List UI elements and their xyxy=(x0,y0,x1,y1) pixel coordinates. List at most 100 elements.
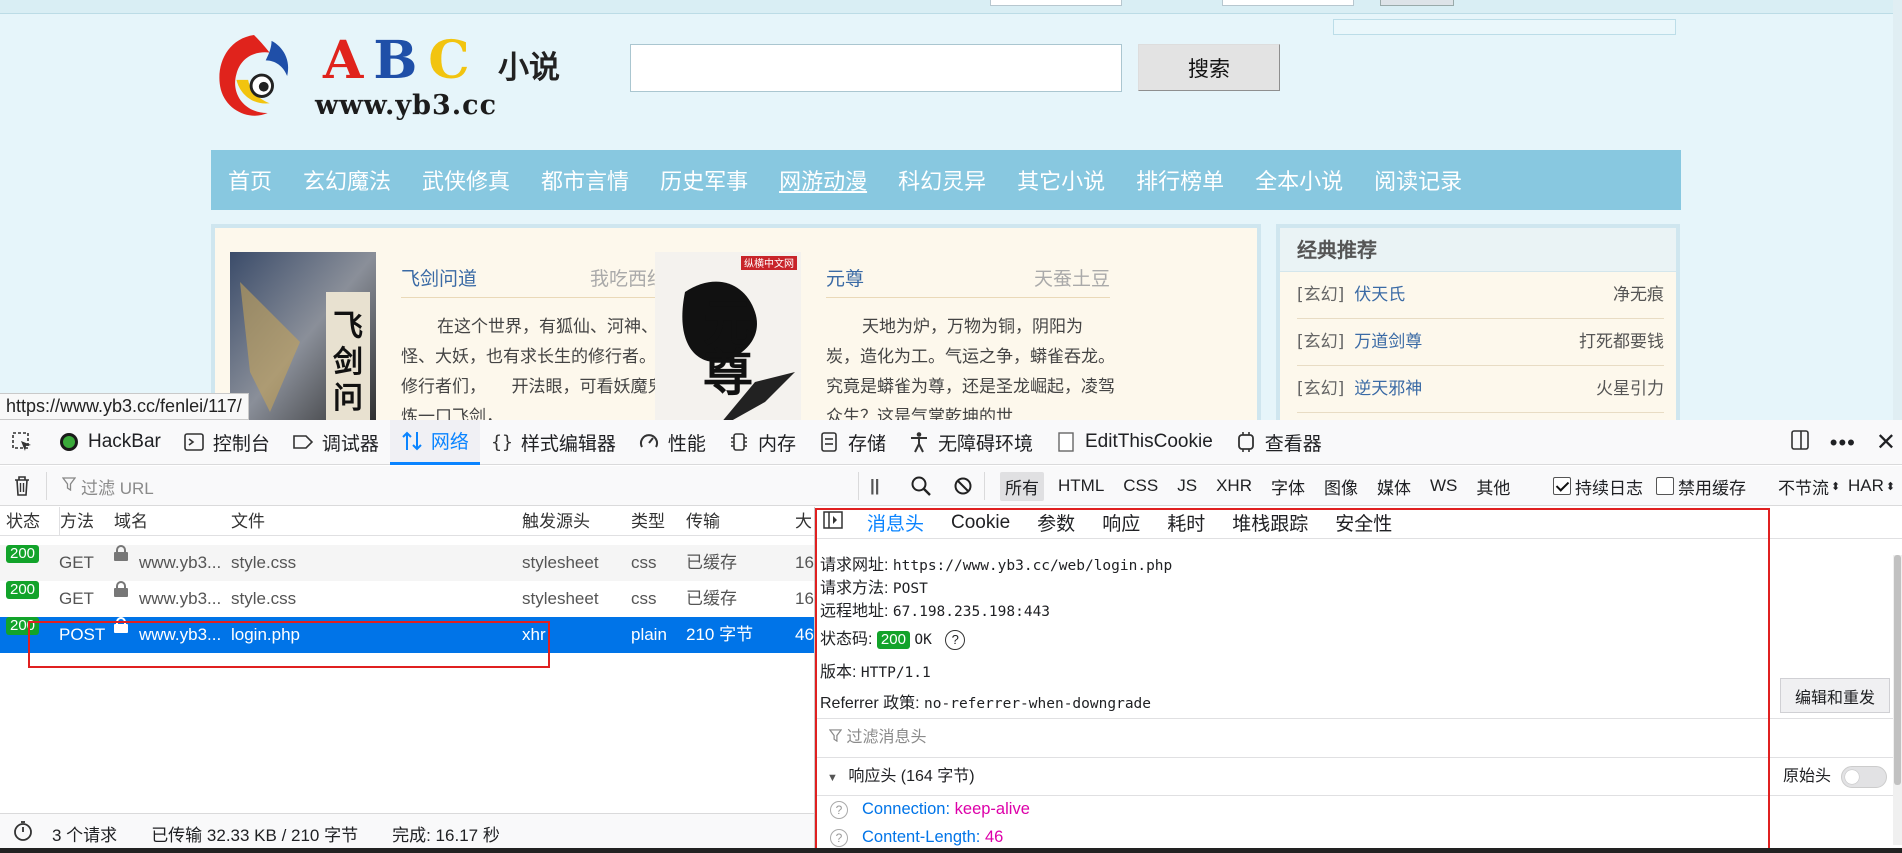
nav-item[interactable]: 排行榜单 xyxy=(1136,164,1224,196)
element-picker-button[interactable] xyxy=(0,420,47,465)
more-options-icon[interactable]: ••• xyxy=(1830,430,1856,456)
devtools-tab-network[interactable]: 网络 xyxy=(389,419,480,465)
type-filter-button[interactable]: 图像 xyxy=(1319,472,1363,501)
devtools-tab-hackbar[interactable]: HackBar xyxy=(47,420,172,465)
pause-button[interactable]: || xyxy=(870,466,880,506)
tab-stack-trace[interactable]: 堆栈跟踪 xyxy=(1232,509,1308,536)
recommend-item[interactable]: [玄幻] 逆天邪神 火星引力 xyxy=(1297,366,1664,413)
nav-item[interactable]: 首页 xyxy=(228,164,272,196)
site-search-input[interactable] xyxy=(630,44,1122,92)
raw-headers-switch[interactable] xyxy=(1841,766,1887,788)
recommend-author[interactable]: 净无痕 xyxy=(1613,272,1664,319)
nav-item[interactable]: 武侠修真 xyxy=(422,164,510,196)
header-row[interactable]: ? Content-Length: 46 xyxy=(830,828,1003,847)
tab-response[interactable]: 响应 xyxy=(1102,509,1140,536)
type-filter-button[interactable]: HTML xyxy=(1053,474,1109,498)
edit-and-resend-button[interactable]: 编辑和重发 xyxy=(1780,678,1890,713)
col-cause[interactable]: 触发源头 xyxy=(522,507,590,536)
nav-item[interactable]: 其它小说 xyxy=(1017,164,1105,196)
recommend-item[interactable]: [玄幻] 伏天氏 净无痕 xyxy=(1297,272,1664,319)
devtools-tab-storage[interactable]: 存储 xyxy=(807,420,897,465)
disable-cache-checkbox[interactable] xyxy=(1656,477,1674,495)
site-logo[interactable]: ABC 小说 www.yb3.cc xyxy=(215,26,565,126)
tab-params[interactable]: 参数 xyxy=(1037,509,1075,536)
type-filter-button[interactable]: 所有 xyxy=(1000,471,1044,501)
close-devtools-icon[interactable]: ✕ xyxy=(1876,428,1896,457)
tab-security[interactable]: 安全性 xyxy=(1335,509,1392,536)
dock-side-icon[interactable] xyxy=(1790,429,1810,456)
devtools-tab-console[interactable]: 控制台 xyxy=(172,420,281,465)
recommend-book-link[interactable]: 万道剑尊 xyxy=(1354,332,1422,352)
disable-cache-toggle[interactable]: 禁用缓存 xyxy=(1656,466,1746,506)
book-cover-image[interactable]: 飞 剑 问 xyxy=(230,252,376,420)
devtools-tab-memory[interactable]: 内存 xyxy=(717,420,807,465)
type-filter-button[interactable]: JS xyxy=(1172,474,1202,498)
type-filter-button[interactable]: CSS xyxy=(1118,474,1163,498)
login-button[interactable] xyxy=(1380,0,1454,6)
tab-timings[interactable]: 耗时 xyxy=(1167,509,1205,536)
search-button[interactable] xyxy=(910,466,932,506)
col-transfer[interactable]: 传输 xyxy=(686,507,720,536)
devtools-tab-inspector[interactable]: 查看器 xyxy=(1224,420,1333,465)
persist-log-checkbox[interactable] xyxy=(1553,477,1571,495)
nav-item[interactable]: 都市言情 xyxy=(541,164,629,196)
toggle-sidebar-icon[interactable] xyxy=(823,510,843,535)
recommend-author[interactable]: 打死都要钱 xyxy=(1579,319,1664,366)
request-row[interactable]: 200 GET www.yb3... style.css stylesheet … xyxy=(0,581,815,617)
nav-item[interactable]: 历史军事 xyxy=(660,164,748,196)
col-method[interactable]: 方法 xyxy=(59,507,94,536)
response-headers-section[interactable]: ▼ 响应头 (164 字节) 原始头 xyxy=(815,758,1902,796)
tab-cookie[interactable]: Cookie xyxy=(951,512,1010,534)
header-row[interactable]: ? Connection: keep-alive xyxy=(830,800,1030,819)
filter-headers-input[interactable]: 过滤消息头 xyxy=(815,718,1902,758)
recommend-author[interactable]: 火星引力 xyxy=(1596,366,1664,413)
nav-item[interactable]: 网游动漫 xyxy=(779,164,867,196)
type-filter-button[interactable]: 其他 xyxy=(1471,472,1515,501)
help-icon[interactable]: ? xyxy=(830,828,848,847)
pane-splitter[interactable] xyxy=(814,507,815,853)
devtools-tab-accessibility[interactable]: 无障碍环境 xyxy=(897,420,1044,465)
site-search-button[interactable]: 搜索 xyxy=(1138,44,1280,91)
request-row-selected[interactable]: 200 POST www.yb3... login.php xhr plain … xyxy=(0,617,815,653)
recommend-book-link[interactable]: 逆天邪神 xyxy=(1354,379,1422,399)
login-username-input[interactable] xyxy=(990,0,1122,6)
col-domain[interactable]: 域名 xyxy=(114,507,148,536)
book-author[interactable]: 天蚕土豆 xyxy=(1034,264,1110,291)
devtools-tab-performance[interactable]: 性能 xyxy=(627,420,717,465)
request-row[interactable]: 200 GET www.yb3... style.css stylesheet … xyxy=(0,545,815,581)
nav-item[interactable]: 玄幻魔法 xyxy=(303,164,391,196)
tab-headers[interactable]: 消息头 xyxy=(867,509,924,536)
help-icon[interactable]: ? xyxy=(830,800,848,819)
help-icon[interactable]: ? xyxy=(945,629,966,650)
raw-headers-toggle[interactable]: 原始头 xyxy=(1783,758,1887,796)
type-filter-button[interactable]: WS xyxy=(1425,474,1462,498)
nav-item[interactable]: 阅读记录 xyxy=(1374,164,1462,196)
book-title[interactable]: 元尊 xyxy=(826,264,864,291)
details-scrollbar[interactable] xyxy=(1893,555,1902,845)
col-status[interactable]: 状态 xyxy=(6,507,40,536)
type-filter-button[interactable]: 字体 xyxy=(1266,472,1310,501)
col-type[interactable]: 类型 xyxy=(631,507,665,536)
persist-log-toggle[interactable]: 持续日志 xyxy=(1553,466,1643,506)
har-menu[interactable]: HAR ⬍ xyxy=(1848,466,1895,506)
recommend-item[interactable]: [玄幻] 万道剑尊 打死都要钱 xyxy=(1297,319,1664,366)
block-requests-button[interactable] xyxy=(953,466,973,506)
clear-requests-button[interactable] xyxy=(12,466,32,506)
book-card[interactable]: 纵横中文网 元 尊 元尊 天蚕土豆 天地为炉，万物为铜，阴阳为炭，造化为工。气运… xyxy=(640,248,1140,420)
login-password-input[interactable] xyxy=(1222,0,1354,6)
page-scrollbar[interactable] xyxy=(1893,0,1902,420)
devtools-tab-cookie[interactable]: EditThisCookie xyxy=(1044,420,1224,465)
nav-item[interactable]: 科幻灵异 xyxy=(898,164,986,196)
col-size[interactable]: 大 xyxy=(795,507,812,536)
filter-url-input[interactable]: 过滤 URL xyxy=(61,466,852,506)
type-filter-button[interactable]: XHR xyxy=(1211,474,1257,498)
book-title[interactable]: 飞剑问道 xyxy=(401,264,477,291)
devtools-tab-style-editor[interactable]: {} 样式编辑器 xyxy=(480,420,627,465)
nav-item[interactable]: 全本小说 xyxy=(1255,164,1343,196)
throttle-select[interactable]: 不节流 ⬍ xyxy=(1778,466,1840,506)
devtools-tab-debugger[interactable]: 调试器 xyxy=(281,420,390,465)
book-cover-image[interactable]: 纵横中文网 元 尊 xyxy=(655,252,801,420)
recommend-book-link[interactable]: 伏天氏 xyxy=(1354,285,1405,305)
col-file[interactable]: 文件 xyxy=(231,507,265,536)
type-filter-button[interactable]: 媒体 xyxy=(1372,472,1416,501)
